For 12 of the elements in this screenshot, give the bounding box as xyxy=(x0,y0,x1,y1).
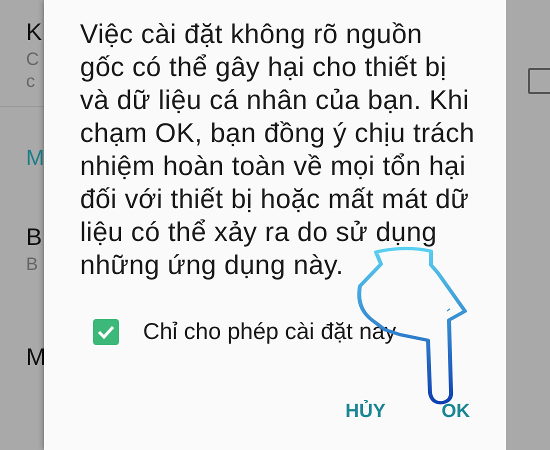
setting-subtitle: B xyxy=(26,253,40,275)
setting-subtitle: c xyxy=(26,70,36,92)
setting-title: B xyxy=(26,223,44,253)
check-icon xyxy=(97,324,115,338)
section-header: M xyxy=(26,145,44,171)
setting-title: M xyxy=(26,343,44,373)
setting-title: K xyxy=(26,18,44,48)
checkbox[interactable] xyxy=(93,318,119,344)
setting-subtitle: C xyxy=(26,48,40,70)
cancel-button[interactable]: HỦY xyxy=(335,395,396,429)
dialog-message: Việc cài đặt không rõ nguồn gốc có thể gây hại cho thiết bị và dữ liệu cá nhân của bạn. Khi chạm OK, bạn đồng ý chịu trách nhiệm hoàn toàn về mọi tổn hại đối với thiết bị hoặc mất mát dữ liệu có thể xảy ra do sử dụng những ứng dụng này. xyxy=(80,18,476,282)
ok-button[interactable]: OK xyxy=(432,395,480,429)
